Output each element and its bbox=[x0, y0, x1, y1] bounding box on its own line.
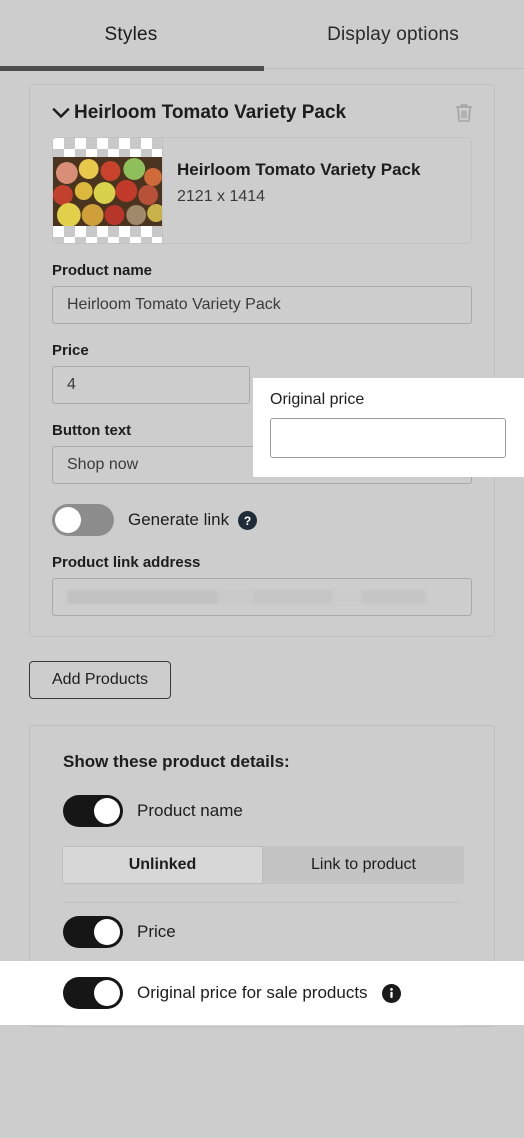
product-card: Heirloom Tomato Variety Pack Heirloom To… bbox=[29, 84, 495, 637]
detail-row-product-name: Product name bbox=[30, 782, 494, 840]
field-product-link: Product link address bbox=[52, 554, 472, 616]
trash-icon[interactable] bbox=[452, 101, 476, 125]
product-name-toggle[interactable] bbox=[63, 795, 123, 827]
segment-unlinked-label: Unlinked bbox=[128, 856, 197, 873]
tab-display-options[interactable]: Display options bbox=[262, 0, 524, 70]
price-input[interactable]: 4 bbox=[52, 366, 250, 404]
detail-product-name-label: Product name bbox=[137, 801, 243, 820]
product-link-label: Product link address bbox=[52, 554, 201, 571]
product-name-value: Heirloom Tomato Variety Pack bbox=[67, 296, 281, 313]
product-name-input[interactable]: Heirloom Tomato Variety Pack bbox=[52, 286, 472, 324]
toggle-knob bbox=[94, 980, 120, 1006]
thumbnail-photo bbox=[53, 157, 162, 226]
generate-link-label: Generate link bbox=[128, 510, 230, 529]
original-price-overlay: Original price bbox=[253, 378, 524, 477]
thumbnail-meta: Heirloom Tomato Variety Pack 2121 x 1414 bbox=[163, 138, 471, 243]
thumbnail-name: Heirloom Tomato Variety Pack bbox=[177, 160, 421, 179]
details-divider-bottom bbox=[63, 1025, 461, 1026]
active-tab-indicator bbox=[0, 66, 264, 71]
product-thumbnail-row[interactable]: Heirloom Tomato Variety Pack 2121 x 1414 bbox=[52, 137, 472, 244]
generate-link-toggle[interactable] bbox=[52, 504, 114, 536]
question-mark-icon[interactable]: ? bbox=[238, 510, 258, 530]
detail-row-original-price[interactable]: Original price for sale products bbox=[0, 961, 524, 1025]
field-product-name: Product name Heirloom Tomato Variety Pac… bbox=[52, 262, 472, 324]
toggle-knob bbox=[94, 798, 120, 824]
toggle-knob bbox=[94, 919, 120, 945]
chevron-down-icon[interactable] bbox=[50, 102, 72, 124]
product-name-label: Product name bbox=[52, 262, 153, 279]
detail-row-price: Price bbox=[30, 903, 494, 961]
original-price-toggle[interactable] bbox=[63, 977, 123, 1009]
product-title: Heirloom Tomato Variety Pack bbox=[74, 102, 347, 123]
product-link-input[interactable] bbox=[52, 578, 472, 616]
price-value: 4 bbox=[67, 376, 76, 393]
product-link-placeholder-bar bbox=[67, 590, 426, 604]
tab-styles-label: Styles bbox=[104, 24, 158, 45]
add-products-button[interactable]: Add Products bbox=[29, 661, 172, 699]
original-price-label: Original price bbox=[270, 391, 365, 408]
panel-root: Styles Display options Heirloom Tomato V… bbox=[0, 0, 524, 1138]
add-products-label: Add Products bbox=[52, 671, 149, 688]
product-card-header[interactable]: Heirloom Tomato Variety Pack bbox=[30, 85, 494, 137]
generate-link-row: Generate link ? bbox=[52, 504, 472, 536]
info-icon[interactable] bbox=[381, 983, 401, 1003]
link-segmented-control: Unlinked Link to product bbox=[62, 846, 464, 884]
tab-display-options-label: Display options bbox=[327, 24, 459, 45]
button-text-value: Shop now bbox=[67, 456, 139, 473]
product-thumbnail[interactable] bbox=[53, 138, 163, 243]
toggle-knob bbox=[55, 507, 81, 533]
tab-rail bbox=[264, 68, 524, 69]
price-toggle[interactable] bbox=[63, 916, 123, 948]
product-details-card: Show these product details: Product name… bbox=[0, 725, 524, 1027]
original-price-input[interactable] bbox=[270, 418, 506, 458]
price-label: Price bbox=[52, 342, 89, 359]
detail-price-label: Price bbox=[137, 922, 176, 941]
thumbnail-dimensions: 2121 x 1414 bbox=[177, 188, 266, 205]
details-title: Show these product details: bbox=[63, 752, 290, 771]
segment-link-to-product[interactable]: Link to product bbox=[263, 846, 464, 884]
segment-unlinked[interactable]: Unlinked bbox=[62, 846, 263, 884]
tab-styles[interactable]: Styles bbox=[0, 0, 262, 70]
tab-bar: Styles Display options bbox=[0, 0, 524, 71]
segment-link-to-product-label: Link to product bbox=[311, 856, 416, 873]
svg-text:?: ? bbox=[244, 514, 251, 528]
detail-original-price-label: Original price for sale products bbox=[137, 983, 368, 1002]
